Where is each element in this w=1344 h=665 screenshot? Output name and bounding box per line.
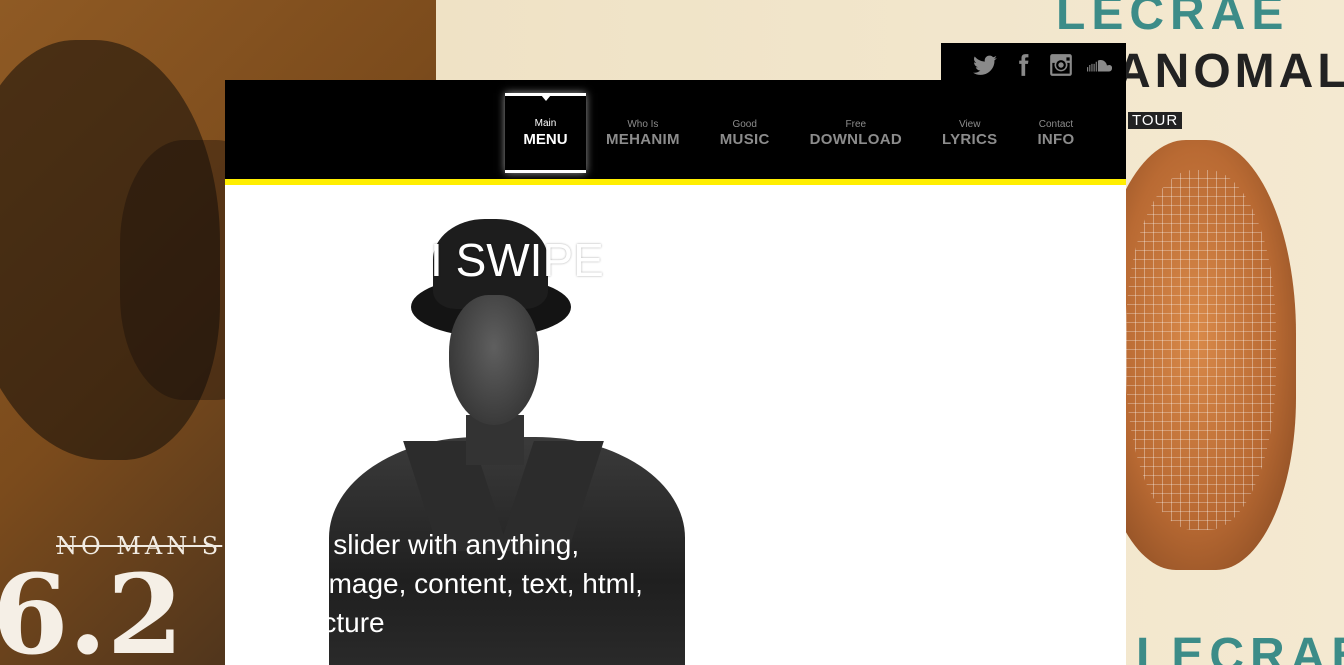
nav-item-label: DOWNLOAD	[809, 130, 902, 148]
album-face-mesh	[1126, 170, 1276, 530]
soundcloud-icon[interactable]	[1086, 52, 1112, 78]
slide-question-mark: ?	[385, 298, 411, 350]
album-tour-label: TOUR	[1128, 112, 1183, 129]
twitter-icon[interactable]	[972, 52, 998, 78]
album-title: ANOMALY	[1116, 45, 1344, 98]
slide-line: es image, content, text, html,	[285, 568, 643, 599]
slider[interactable]: I SWIPE ? our slider with anything, es i…	[225, 185, 1126, 665]
nav-main-menu[interactable]: Main MENU	[505, 93, 586, 173]
nav-menu-label: MENU	[523, 131, 568, 148]
nav-item-music[interactable]: Good MUSIC	[700, 93, 790, 173]
nav-item-label: INFO	[1037, 130, 1075, 148]
nav-item-small: Good	[732, 118, 757, 130]
main-window: Main MENU Who Is MEHANIM Good MUSIC Free…	[225, 80, 1126, 665]
main-navigation: Main MENU Who Is MEHANIM Good MUSIC Free…	[225, 80, 1126, 179]
nav-item-info[interactable]: Contact INFO	[1017, 93, 1094, 173]
album-artist-bottom: LECRAE	[1136, 629, 1344, 665]
photo-face	[449, 295, 539, 425]
nav-item-small: Free	[845, 118, 867, 130]
slide-line: our slider with anything,	[285, 529, 580, 560]
nav-item-label: MUSIC	[719, 130, 770, 148]
nav-item-lyrics[interactable]: View LYRICS	[922, 93, 1017, 173]
nav-item-small: Who Is	[627, 118, 659, 130]
nav-item-mehanim[interactable]: Who Is MEHANIM	[586, 93, 700, 173]
album-artist-top: LECRAE	[1056, 0, 1290, 40]
facebook-icon[interactable]	[1010, 52, 1036, 78]
nav-item-label: LYRICS	[942, 130, 998, 148]
nav-item-download[interactable]: Free DOWNLOAD	[790, 93, 922, 173]
slide-title-word: SWIPE	[455, 234, 604, 286]
nav-item-label: MEHANIM	[606, 130, 680, 148]
nav-item-small: View	[958, 118, 981, 130]
slide-line: , picture	[285, 607, 385, 638]
slide-description: our slider with anything, es image, cont…	[285, 525, 705, 642]
menu-notch-icon	[541, 95, 551, 101]
album-left-date: 6.2	[0, 550, 184, 665]
nav-item-small: Contact	[1038, 118, 1074, 130]
slide-title: I SWIPE	[430, 233, 604, 287]
instagram-icon[interactable]	[1048, 52, 1074, 78]
slide-title-prefix: I	[430, 234, 443, 286]
nav-menu-small: Main	[534, 118, 557, 129]
